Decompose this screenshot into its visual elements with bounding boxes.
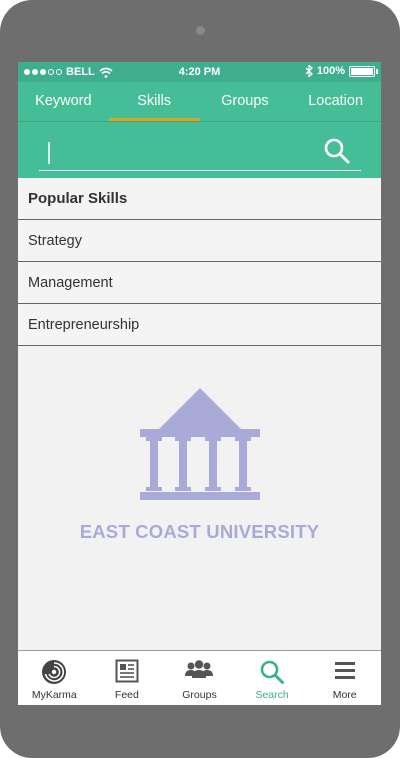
university-building-icon — [140, 388, 260, 500]
popular-skills-list: Popular Skills Strategy Management Entre… — [18, 178, 381, 346]
phone-frame: BELL 4:20 PM 100% Keyword Skills Groups … — [0, 0, 400, 758]
mykarma-logo-icon — [42, 660, 67, 684]
search-bar — [18, 121, 381, 178]
nav-groups[interactable]: Groups — [163, 651, 236, 705]
screen: BELL 4:20 PM 100% Keyword Skills Groups … — [18, 62, 381, 705]
search-tabs: Keyword Skills Groups Location — [18, 82, 381, 121]
feed-icon — [115, 659, 139, 683]
list-header: Popular Skills — [18, 178, 381, 220]
nav-feed[interactable]: Feed — [91, 651, 164, 705]
nav-label: MyKarma — [31, 689, 77, 701]
nav-mykarma[interactable]: MyKarma — [18, 651, 91, 705]
bottom-nav: MyKarma Feed Groups Search More — [18, 650, 381, 705]
list-item[interactable]: Management — [18, 262, 381, 304]
nav-more[interactable]: More — [308, 651, 381, 705]
nav-search[interactable]: Search — [236, 651, 309, 705]
status-bar: BELL 4:20 PM 100% — [18, 62, 381, 82]
search-icon — [260, 660, 285, 684]
nav-label: Search — [255, 689, 289, 701]
battery-percent: 100% — [316, 65, 345, 77]
nav-label: More — [332, 689, 357, 701]
nav-label: Groups — [182, 689, 217, 701]
search-input[interactable] — [39, 134, 361, 171]
tab-groups[interactable]: Groups — [200, 82, 291, 121]
camera-dot — [196, 26, 205, 35]
list-item[interactable]: Strategy — [18, 220, 381, 262]
bluetooth-icon — [305, 65, 313, 77]
search-icon[interactable] — [323, 137, 351, 165]
text-caret — [48, 142, 50, 164]
nav-label: Feed — [114, 689, 139, 701]
list-item[interactable]: Entrepreneurship — [18, 304, 381, 346]
tab-location[interactable]: Location — [290, 82, 381, 121]
university-name: EAST COAST UNIVERSITY — [79, 521, 320, 542]
battery-icon — [349, 65, 378, 77]
tab-keyword[interactable]: Keyword — [18, 82, 109, 121]
groups-icon — [185, 660, 214, 678]
menu-icon — [334, 662, 355, 679]
tab-skills[interactable]: Skills — [108, 82, 200, 121]
status-right: 100% — [305, 65, 378, 77]
